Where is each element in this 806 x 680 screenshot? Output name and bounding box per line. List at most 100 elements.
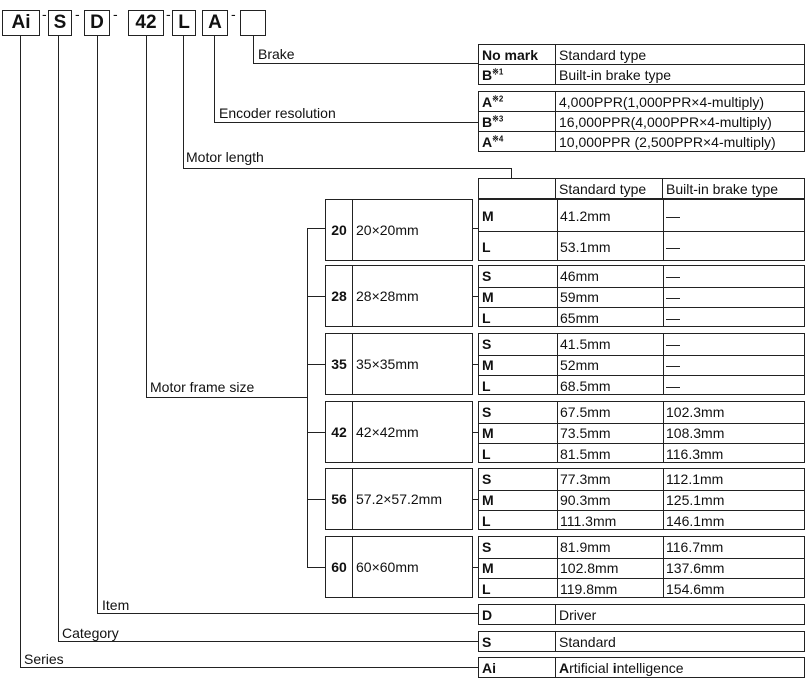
motor-length-group: S 81.9mm 116.7mm M 102.8mm 137.6mm L 119.8mm 154… [478, 536, 805, 598]
frame-size-dimension: 57.2×57.2mm [356, 491, 442, 507]
length-code: M [482, 288, 494, 305]
brake-length: 116.7mm [666, 539, 724, 556]
table-row: S 67.5mm 102.3mm [479, 402, 804, 423]
series-value: Artificial intelligence [555, 657, 805, 678]
standard-length: 46mm [560, 268, 599, 285]
standard-length: 41.2mm [560, 207, 611, 224]
length-code: S [482, 268, 492, 285]
frame-size-code: 60 [326, 537, 353, 597]
standard-length: 65mm [560, 309, 599, 326]
table-row: Ai Artificial intelligence [478, 657, 805, 678]
series-table: Ai Artificial intelligence [478, 657, 805, 678]
standard-length: 77.3mm [560, 471, 611, 488]
code-separator: - [231, 6, 236, 22]
table-row: S 46mm — [479, 266, 804, 287]
brake-length: 154.6mm [666, 580, 725, 597]
length-code: M [482, 491, 494, 508]
series-label: Series [24, 651, 64, 667]
table-row: M 73.5mm 108.3mm [479, 423, 804, 444]
header-brake: Built-in brake type [662, 178, 805, 199]
motor-length-label: Motor length [186, 149, 264, 165]
length-code: S [482, 471, 492, 488]
standard-length: 81.5mm [560, 445, 611, 462]
brake-length: 116.3mm [666, 445, 724, 462]
code-box-brake [240, 10, 266, 36]
frame-size-dimension: 60×60mm [356, 559, 419, 575]
brake-length: — [666, 356, 680, 373]
code-box-item: D [84, 10, 110, 36]
brake-value: Built-in brake type [555, 64, 805, 85]
standard-length: 41.5mm [560, 336, 611, 353]
brake-length: 108.3mm [666, 424, 725, 441]
length-code: M [482, 559, 494, 576]
frame-size-code: 56 [326, 469, 353, 529]
standard-length: 73.5mm [560, 424, 611, 441]
table-row: M 52mm — [479, 355, 804, 376]
series-code: Ai [478, 657, 556, 678]
frame-size-dimension: 20×20mm [356, 222, 419, 238]
header-empty [478, 178, 556, 199]
frame-size-label: Motor frame size [150, 379, 255, 395]
length-code: L [482, 309, 491, 326]
table-row: L 81.5mm 116.3mm [479, 443, 804, 464]
table-row: B※3 16,000PPR(4,000PPR×4-multiply) [478, 111, 805, 132]
frame-size-box: 28 28×28mm [325, 265, 473, 327]
brake-length: 112.1mm [666, 471, 724, 488]
length-code: M [482, 424, 494, 441]
length-code: L [482, 580, 491, 597]
code-box-motor-length: L [172, 10, 196, 36]
brake-length: 125.1mm [666, 491, 725, 508]
item-code: D [478, 604, 556, 625]
code-separator: - [113, 6, 118, 22]
brake-code: B※1 [478, 64, 556, 85]
table-row: S 81.9mm 116.7mm [479, 537, 804, 558]
item-label: Item [102, 597, 130, 613]
header-standard: Standard type [555, 178, 663, 199]
code-box-series: Ai [2, 10, 40, 36]
table-row: S 77.3mm 112.1mm [479, 469, 804, 490]
brake-length: — [666, 309, 680, 326]
length-code: L [482, 512, 491, 529]
encoder-label: Encoder resolution [219, 105, 336, 121]
item-value: Driver [555, 604, 805, 625]
encoder-value: 4,000PPR(1,000PPR×4-multiply) [555, 91, 805, 112]
table-row: A※2 4,000PPR(1,000PPR×4-multiply) [478, 91, 805, 112]
code-separator: - [75, 6, 80, 22]
code-box-category: S [48, 10, 72, 36]
brake-length: — [666, 288, 680, 305]
brake-length: — [666, 207, 680, 224]
table-row: S Standard [478, 631, 805, 652]
frame-size-box: 35 35×35mm [325, 333, 473, 395]
frame-size-dimension: 42×42mm [356, 424, 419, 440]
table-row: M 59mm — [479, 287, 804, 308]
length-code: M [482, 356, 494, 373]
length-code: S [482, 336, 492, 353]
category-table: S Standard [478, 631, 805, 652]
table-row: A※4 10,000PPR (2,500PPR×4-multiply) [478, 131, 805, 152]
category-code: S [478, 631, 556, 652]
frame-size-box: 60 60×60mm [325, 536, 473, 598]
length-code: S [482, 539, 492, 556]
frame-size-box: 42 42×42mm [325, 401, 473, 463]
table-row: M 102.8mm 137.6mm [479, 558, 804, 579]
encoder-code: A※4 [478, 131, 556, 152]
standard-length: 53.1mm [560, 238, 611, 255]
length-code: L [482, 377, 491, 394]
motor-length-header: Standard type Built-in brake type [478, 178, 805, 199]
brake-code: No mark [478, 44, 556, 65]
category-label: Category [62, 625, 119, 641]
standard-length: 52mm [560, 356, 599, 373]
table-row: M 90.3mm 125.1mm [479, 490, 804, 511]
length-code: S [482, 404, 492, 421]
motor-length-group: M 41.2mm — L 53.1mm — [478, 199, 805, 261]
brake-length: 137.6mm [666, 559, 725, 576]
table-row: L 111.3mm 146.1mm [479, 510, 804, 531]
frame-size-code: 20 [326, 200, 353, 260]
motor-length-group: S 77.3mm 112.1mm M 90.3mm 125.1mm L 111.3mm 146.… [478, 468, 805, 530]
encoder-code: B※3 [478, 111, 556, 132]
table-row: M 41.2mm — [479, 200, 804, 231]
code-box-frame-size: 42 [128, 10, 164, 36]
brake-length: — [666, 336, 680, 353]
table-row: Standard type Built-in brake type [478, 178, 805, 199]
frame-size-box: 20 20×20mm [325, 199, 473, 261]
